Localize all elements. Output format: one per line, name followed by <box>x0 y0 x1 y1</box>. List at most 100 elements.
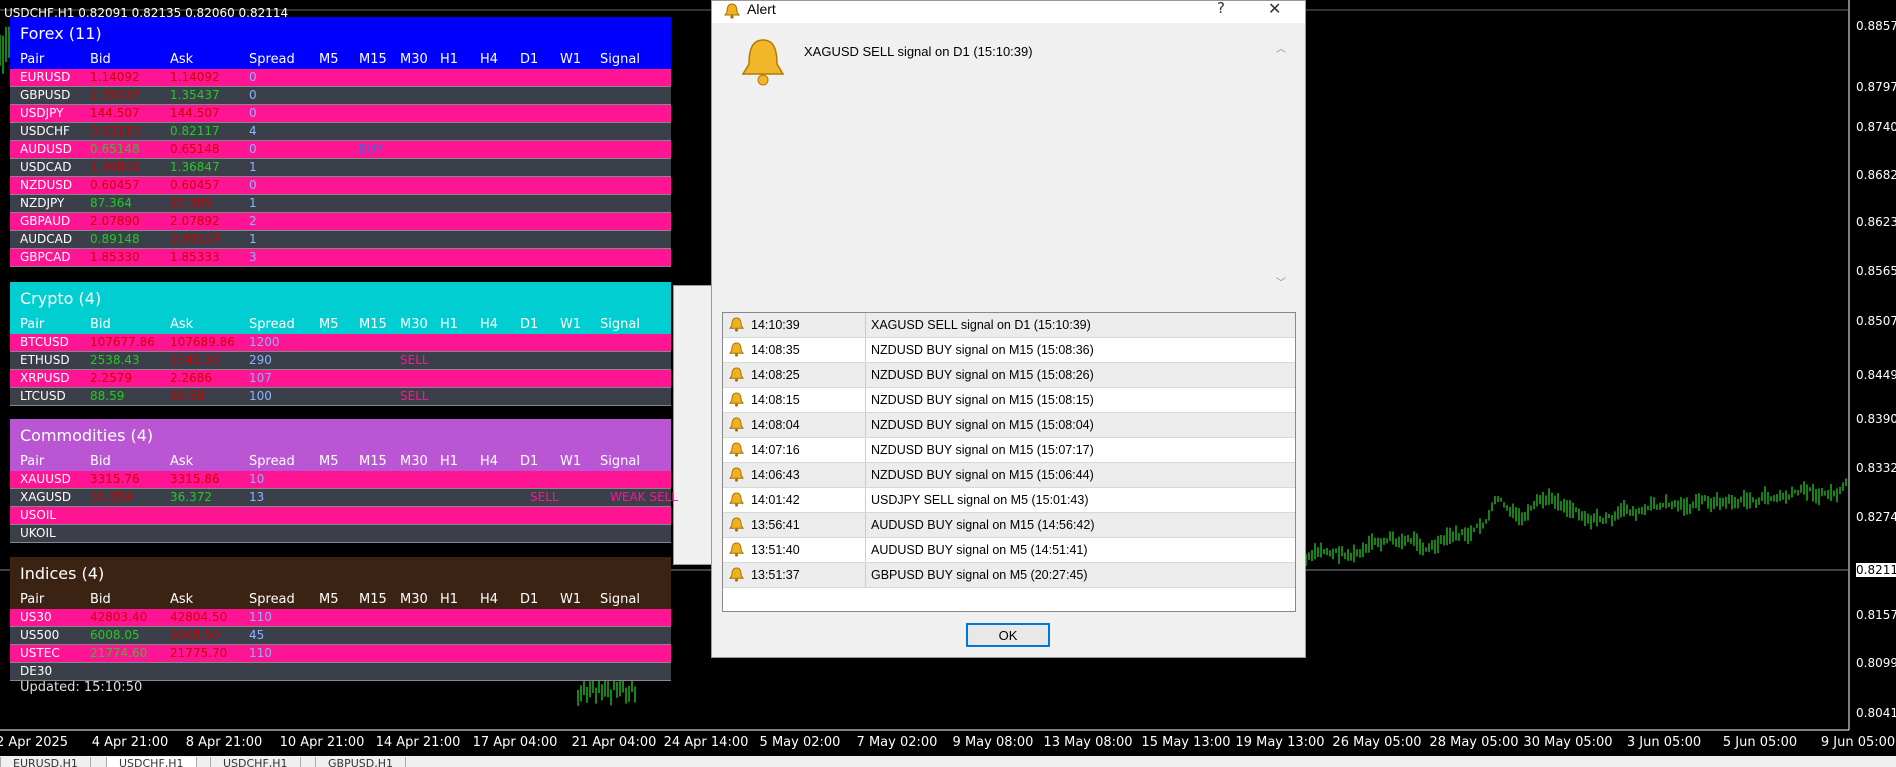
table-row[interactable]: GBPUSD 1.35437 1.35437 0 <box>10 87 671 105</box>
alert-row[interactable]: 14:08:04 NZDUSD BUY signal on M15 (15:08:… <box>723 413 1295 438</box>
alert-row[interactable]: 14:01:42 USDJPY SELL signal on M5 (15:01:… <box>723 488 1295 513</box>
help-button[interactable]: ? <box>1217 0 1225 17</box>
table-row[interactable]: NZDJPY 87.364 87.365 1 <box>10 195 671 213</box>
signal-m30: SELL <box>400 389 429 403</box>
column-header-m5: M5 <box>319 317 339 332</box>
bid-value: 144.507 <box>90 106 140 120</box>
chart-tab[interactable]: USDCHF,H1 <box>210 757 301 767</box>
bell-icon <box>729 492 744 507</box>
column-divider <box>865 338 866 362</box>
table-row[interactable]: AUDUSD 0.65148 0.65148 0 BUY <box>10 141 671 159</box>
table-row[interactable]: DE30 <box>10 663 671 681</box>
bell-icon <box>729 392 744 407</box>
table-row[interactable]: AUDCAD 0.89148 0.89149 1 <box>10 231 671 249</box>
alert-row[interactable]: 13:56:41 AUDUSD BUY signal on M15 (14:56:… <box>723 513 1295 538</box>
column-header-spread: Spread <box>249 454 295 469</box>
bid-value: 3315.76 <box>90 472 140 486</box>
alert-time: 14:10:39 <box>751 318 800 332</box>
alert-time: 14:08:35 <box>751 343 800 357</box>
table-row[interactable]: USDCAD 1.36846 1.36847 1 <box>10 159 671 177</box>
bid-value: 1.35437 <box>90 88 140 102</box>
table-row[interactable]: US500 6008.05 6008.50 45 <box>10 627 671 645</box>
alert-row[interactable]: 14:10:39 XAGUSD SELL signal on D1 (15:10:… <box>723 313 1295 338</box>
dialog-title: Alert <box>747 1 776 17</box>
alert-message: NZDUSD BUY signal on M15 (15:08:26) <box>871 368 1094 382</box>
column-header-signal: Signal <box>600 592 640 607</box>
column-header-w1: W1 <box>560 454 582 469</box>
alert-time: 14:06:43 <box>751 468 800 482</box>
close-icon[interactable]: ✕ <box>1268 0 1281 18</box>
table-row[interactable]: GBPAUD 2.07890 2.07892 2 <box>10 213 671 231</box>
pair-name: XAUUSD <box>20 472 71 486</box>
x-tick-label: 15 May 13:00 <box>1141 735 1231 750</box>
bid-value: 1.36846 <box>90 160 140 174</box>
spread-value: 290 <box>249 353 272 367</box>
alert-row[interactable]: 14:07:16 NZDUSD BUY signal on M15 (15:07:… <box>723 438 1295 463</box>
alert-row[interactable]: 14:08:15 NZDUSD BUY signal on M15 (15:08:… <box>723 388 1295 413</box>
table-row[interactable]: US30 42803.40 42804.50 110 <box>10 609 671 627</box>
alert-row[interactable]: 13:51:40 AUDUSD BUY signal on M5 (14:51:4… <box>723 538 1295 563</box>
dialog-titlebar[interactable]: Alert ? ✕ <box>712 0 1305 23</box>
alert-row[interactable]: 14:06:43 NZDUSD BUY signal on M15 (15:06:… <box>723 463 1295 488</box>
column-header-spread: Spread <box>249 317 295 332</box>
column-header-m5: M5 <box>319 52 339 67</box>
pair-name: NZDUSD <box>20 178 73 192</box>
pair-name: BTCUSD <box>20 335 69 349</box>
alert-row[interactable]: 14:08:25 NZDUSD BUY signal on M15 (15:08:… <box>723 363 1295 388</box>
column-header-w1: W1 <box>560 592 582 607</box>
table-row[interactable]: GBPCAD 1.85330 1.85333 3 <box>10 249 671 267</box>
bell-icon <box>729 542 744 557</box>
alert-row[interactable]: 14:08:35 NZDUSD BUY signal on M15 (15:08:… <box>723 338 1295 363</box>
table-row[interactable]: UKOIL <box>10 525 671 543</box>
scroll-down-icon[interactable]: ﹀ <box>1276 274 1286 289</box>
table-row[interactable]: XAGUSD 36.359 36.372 13 SELL WEAK SELL <box>10 489 678 507</box>
spread-value: 0 <box>249 106 257 120</box>
bell-icon <box>729 467 744 482</box>
table-row[interactable]: XAUUSD 3315.76 3315.86 10 <box>10 471 671 489</box>
bid-value: 0.89148 <box>90 232 140 246</box>
table-row[interactable]: NZDUSD 0.60457 0.60457 0 <box>10 177 671 195</box>
table-row[interactable]: BTCUSD 107677.86 107689.86 1200 <box>10 334 671 352</box>
table-row[interactable]: XRPUSD 2.2579 2.2686 107 <box>10 370 671 388</box>
chart-tab[interactable]: GBPUSD,H1 <box>315 757 406 767</box>
y-tick-label: 0.83900 <box>1856 412 1896 426</box>
message-scrollbar[interactable]: ︿ ﹀ <box>1274 36 1288 298</box>
x-tick-label: 28 May 05:00 <box>1429 735 1519 750</box>
x-tick-label: 30 May 05:00 <box>1523 735 1613 750</box>
table-row[interactable]: USDCHF 0.82113 0.82117 4 <box>10 123 671 141</box>
bell-icon <box>741 39 785 86</box>
pair-name: LTCUSD <box>20 389 66 403</box>
column-header-d1: D1 <box>520 454 539 469</box>
spread-value: 45 <box>249 628 265 642</box>
chart-tab[interactable]: USDCHF,H1 <box>106 757 197 767</box>
table-row[interactable]: USOIL <box>10 507 671 525</box>
x-tick-label: 19 May 13:00 <box>1235 735 1325 750</box>
table-row[interactable]: USDJPY 144.507 144.507 0 <box>10 105 671 123</box>
pair-name: US30 <box>20 610 52 624</box>
alert-list[interactable]: 14:10:39 XAGUSD SELL signal on D1 (15:10:… <box>722 312 1296 612</box>
y-tick-label: 0.86235 <box>1856 215 1896 229</box>
table-row[interactable]: ETHUSD 2538.43 2541.33 290 SELL <box>10 352 671 370</box>
ask-value: 0.89149 <box>170 232 220 246</box>
pair-name: GBPCAD <box>20 250 71 264</box>
table-row[interactable]: EURUSD 1.14092 1.14092 0 <box>10 69 671 87</box>
background-window[interactable] <box>673 285 713 565</box>
alert-row[interactable]: 13:51:37 GBPUSD BUY signal on M5 (20:27:4… <box>723 563 1295 588</box>
table-row[interactable]: USTEC 21774.60 21775.70 110 <box>10 645 671 663</box>
alert-message: GBPUSD BUY signal on M5 (20:27:45) <box>871 568 1088 582</box>
bid-value: 6008.05 <box>90 628 140 642</box>
ok-button[interactable]: OK <box>966 623 1050 647</box>
scroll-up-icon[interactable]: ︿ <box>1276 40 1286 55</box>
pair-name: XAGUSD <box>20 490 72 504</box>
ask-value: 2.2686 <box>170 371 212 385</box>
x-tick-label: 3 Jun 05:00 <box>1626 735 1702 750</box>
table-row[interactable]: LTCUSD 88.59 89.59 100 SELL <box>10 388 671 406</box>
ask-value: 0.82117 <box>170 124 220 138</box>
spread-value: 1 <box>249 232 257 246</box>
alert-time: 14:07:16 <box>751 443 800 457</box>
column-header-pair: Pair <box>20 52 45 67</box>
column-header-m15: M15 <box>359 592 387 607</box>
alert-message: NZDUSD BUY signal on M15 (15:07:17) <box>871 443 1094 457</box>
pair-name: USDCHF <box>20 124 70 138</box>
chart-tab[interactable]: EURUSD,H1 <box>0 757 91 767</box>
